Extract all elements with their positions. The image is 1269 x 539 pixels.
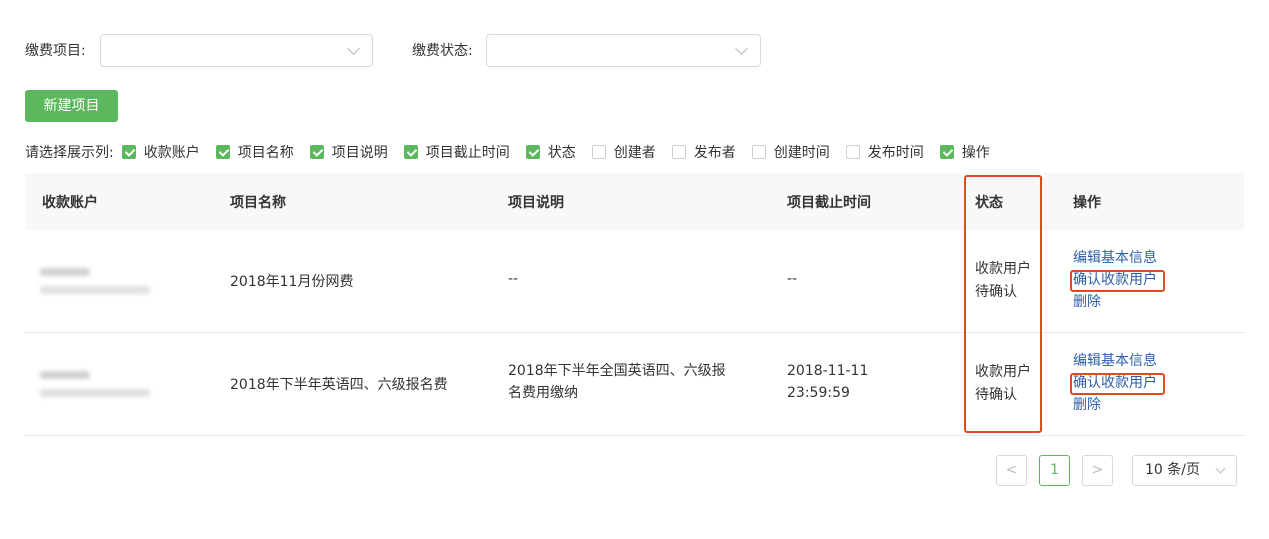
project-deadline: --: [787, 271, 798, 287]
project-desc-line: 名费用缴纳: [508, 385, 578, 401]
column-option-status[interactable]: 状态: [525, 142, 576, 162]
checkbox-unchecked[interactable]: [845, 145, 860, 159]
column-option-account[interactable]: 收款账户: [121, 142, 200, 162]
checkbox-checked[interactable]: [939, 145, 954, 159]
column-option-label: 发布时间: [867, 145, 924, 161]
new-project-button[interactable]: 新建项目: [25, 90, 118, 122]
chevron-down-icon: [347, 42, 360, 55]
next-page-button[interactable]: >: [1082, 455, 1113, 486]
payment-status-label: 缴费状态:: [412, 43, 473, 59]
column-option-label: 项目名称: [237, 145, 294, 161]
project-name: 2018年11月份网费: [230, 274, 354, 290]
column-option-label: 项目截止时间: [425, 145, 510, 161]
column-chooser-label: 请选择展示列:: [25, 145, 114, 161]
project-desc: --: [508, 271, 519, 287]
edit-info-link[interactable]: 编辑基本信息: [1073, 350, 1157, 372]
table-row: 2018年下半年英语四、六级报名费 2018年下半年全国英语四、六级报 名费用缴…: [25, 333, 1244, 436]
column-option-created-time[interactable]: 创建时间: [751, 142, 830, 162]
projects-table: 收款账户 项目名称 项目说明 项目截止时间 状态 操作 2018年11月份网费 …: [25, 173, 1244, 436]
header-deadline: 项目截止时间: [787, 195, 871, 211]
checkbox-checked[interactable]: [121, 145, 136, 159]
project-desc: 2018年下半年全国英语四、六级报 名费用缴纳: [508, 360, 726, 404]
header-name: 项目名称: [230, 195, 286, 211]
page-size-value: 10 条/页: [1145, 462, 1200, 478]
checkbox-unchecked[interactable]: [671, 145, 686, 159]
account-redacted: [40, 369, 160, 399]
checkbox-checked[interactable]: [525, 145, 540, 159]
project-deadline: 2018-11-11 23:59:59: [787, 360, 868, 404]
prev-page-button[interactable]: <: [996, 455, 1027, 486]
checkbox-checked[interactable]: [403, 145, 418, 159]
status-column-highlight: [964, 175, 1042, 433]
column-option-creator[interactable]: 创建者: [591, 142, 656, 162]
table-row: 2018年11月份网费 -- -- 收款用户 待确认 编辑基本信息 确认收款用户…: [25, 230, 1244, 333]
column-option-label: 发布者: [693, 145, 736, 161]
column-option-name[interactable]: 项目名称: [215, 142, 294, 162]
column-option-actions[interactable]: 操作: [939, 142, 990, 162]
project-name: 2018年下半年英语四、六级报名费: [230, 377, 448, 393]
payment-item-label: 缴费项目:: [25, 43, 86, 59]
account-redacted: [40, 266, 160, 296]
column-option-deadline[interactable]: 项目截止时间: [403, 142, 510, 162]
checkbox-checked[interactable]: [309, 145, 324, 159]
delete-link[interactable]: 删除: [1073, 291, 1157, 313]
page-1-button[interactable]: 1: [1039, 455, 1070, 486]
chevron-down-icon: [1215, 463, 1226, 474]
column-option-desc[interactable]: 项目说明: [309, 142, 388, 162]
edit-info-link[interactable]: 编辑基本信息: [1073, 247, 1157, 269]
header-account: 收款账户: [42, 195, 98, 211]
confirm-link-highlight: [1070, 270, 1165, 292]
page-size-select[interactable]: 10 条/页: [1132, 455, 1237, 486]
column-option-publisher[interactable]: 发布者: [671, 142, 736, 162]
column-chooser: 请选择展示列: 收款账户 项目名称 项目说明 项目截止时间 状态 创建者 发布者…: [25, 142, 1006, 162]
delete-link[interactable]: 删除: [1073, 394, 1157, 416]
column-option-label: 状态: [547, 145, 576, 161]
deadline-time: 23:59:59: [787, 385, 850, 401]
checkbox-unchecked[interactable]: [591, 145, 606, 159]
deadline-date: 2018-11-11: [787, 363, 869, 379]
column-option-label: 收款账户: [143, 145, 200, 161]
table-header: 收款账户 项目名称 项目说明 项目截止时间 状态 操作: [25, 173, 1244, 230]
checkbox-checked[interactable]: [215, 145, 230, 159]
confirm-link-highlight: [1070, 373, 1165, 395]
checkbox-unchecked[interactable]: [751, 145, 766, 159]
column-option-label: 创建者: [613, 145, 656, 161]
header-actions: 操作: [1073, 195, 1101, 211]
header-desc: 项目说明: [508, 195, 564, 211]
payment-status-select[interactable]: [486, 34, 761, 67]
project-desc-line: 2018年下半年全国英语四、六级报: [508, 363, 726, 379]
column-option-label: 操作: [961, 145, 990, 161]
chevron-down-icon: [735, 42, 748, 55]
column-option-label: 创建时间: [773, 145, 830, 161]
column-option-published-time[interactable]: 发布时间: [845, 142, 924, 162]
payment-item-select[interactable]: [100, 34, 373, 67]
column-option-label: 项目说明: [331, 145, 388, 161]
